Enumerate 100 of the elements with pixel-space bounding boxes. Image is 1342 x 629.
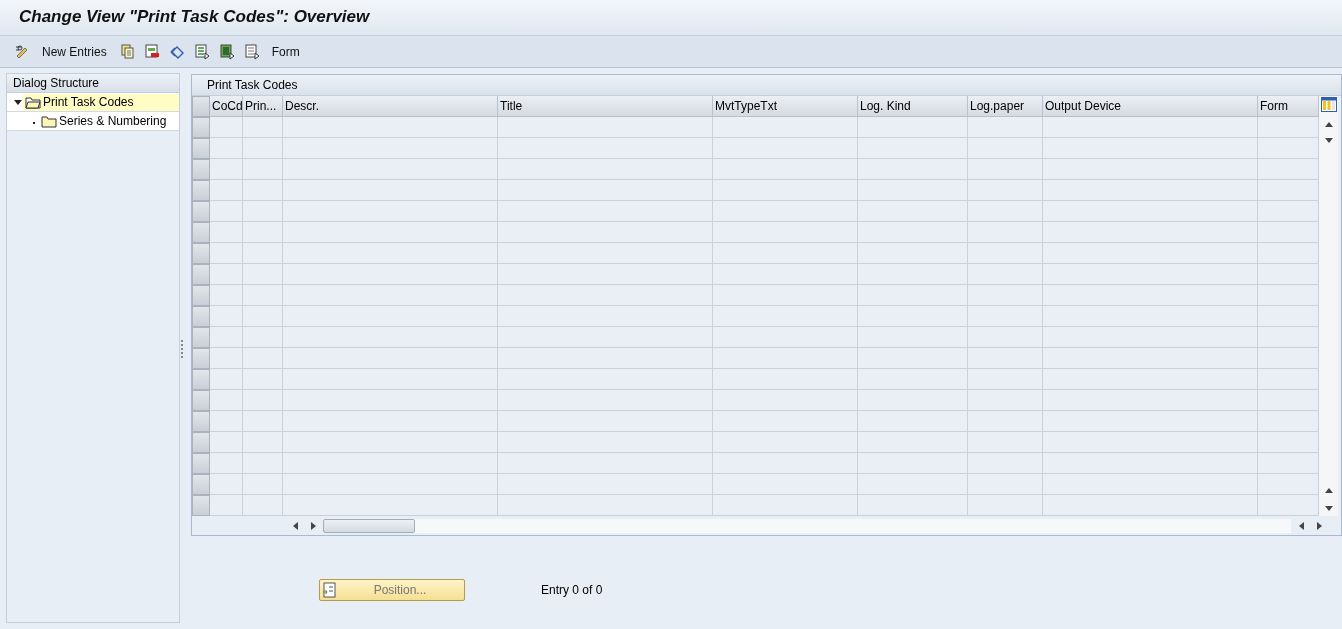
table-cell[interactable] [713,327,858,348]
table-cell[interactable] [1043,327,1258,348]
table-cell[interactable] [968,201,1043,222]
table-cell[interactable] [498,369,713,390]
table-cell[interactable] [243,432,283,453]
table-cell[interactable] [498,264,713,285]
table-cell[interactable] [283,495,498,516]
table-cell[interactable] [713,243,858,264]
table-cell[interactable] [858,138,968,159]
table-cell[interactable] [283,369,498,390]
row-selector[interactable] [192,453,210,474]
table-cell[interactable] [713,285,858,306]
table-cell[interactable] [243,474,283,495]
row-selector[interactable] [192,495,210,516]
row-selector[interactable] [192,285,210,306]
table-cell[interactable] [243,369,283,390]
table-cell[interactable] [968,117,1043,138]
table-cell[interactable] [1043,159,1258,180]
column-header[interactable]: Output Device [1043,96,1258,117]
table-cell[interactable] [283,453,498,474]
table-cell[interactable] [858,243,968,264]
table-cell[interactable] [858,159,968,180]
table-cell[interactable] [498,327,713,348]
table-cell[interactable] [210,243,243,264]
table-cell[interactable] [498,159,713,180]
table-cell[interactable] [968,390,1043,411]
table-cell[interactable] [210,222,243,243]
table-cell[interactable] [968,138,1043,159]
table-cell[interactable] [1258,285,1319,306]
table-cell[interactable] [210,390,243,411]
table-cell[interactable] [1043,222,1258,243]
table-cell[interactable] [968,306,1043,327]
table-cell[interactable] [713,201,858,222]
table-cell[interactable] [1258,432,1319,453]
table-cell[interactable] [1258,264,1319,285]
row-selector[interactable] [192,348,210,369]
table-cell[interactable] [498,222,713,243]
table-cell[interactable] [210,285,243,306]
table-cell[interactable] [283,264,498,285]
table-cell[interactable] [498,453,713,474]
table-cell[interactable] [243,138,283,159]
table-cell[interactable] [243,264,283,285]
table-cell[interactable] [858,285,968,306]
table-cell[interactable] [498,306,713,327]
table-cell[interactable] [968,495,1043,516]
table-cell[interactable] [713,474,858,495]
table-cell[interactable] [283,348,498,369]
table-cell[interactable] [713,222,858,243]
column-settings-icon[interactable] [1320,96,1337,113]
table-cell[interactable] [968,159,1043,180]
table-cell[interactable] [713,390,858,411]
row-selector[interactable] [192,138,210,159]
new-entries-button[interactable]: New Entries [39,42,110,61]
table-cell[interactable] [968,285,1043,306]
table-cell[interactable] [968,243,1043,264]
row-selector[interactable] [192,327,210,348]
table-cell[interactable] [283,243,498,264]
table-cell[interactable] [498,243,713,264]
table-cell[interactable] [1043,264,1258,285]
table-cell[interactable] [283,201,498,222]
table-cell[interactable] [210,327,243,348]
table-cell[interactable] [858,390,968,411]
table-cell[interactable] [210,264,243,285]
table-cell[interactable] [210,201,243,222]
table-cell[interactable] [1258,159,1319,180]
table-cell[interactable] [498,348,713,369]
table-cell[interactable] [1043,411,1258,432]
table-cell[interactable] [1258,201,1319,222]
table-cell[interactable] [210,306,243,327]
table-cell[interactable] [1258,222,1319,243]
table-cell[interactable] [283,411,498,432]
table-cell[interactable] [1043,432,1258,453]
table-cell[interactable] [1043,201,1258,222]
table-cell[interactable] [1258,117,1319,138]
table-cell[interactable] [1258,306,1319,327]
row-selector[interactable] [192,390,210,411]
column-header[interactable]: Log. Kind [858,96,968,117]
table-cell[interactable] [283,390,498,411]
table-cell[interactable] [968,264,1043,285]
table-cell[interactable] [498,495,713,516]
table-cell[interactable] [1258,138,1319,159]
table-cell[interactable] [1258,243,1319,264]
select-all-icon[interactable] [193,43,210,60]
table-cell[interactable] [283,474,498,495]
column-header[interactable]: Descr. [283,96,498,117]
table-cell[interactable] [713,117,858,138]
table-cell[interactable] [1043,474,1258,495]
table-cell[interactable] [243,201,283,222]
table-cell[interactable] [283,285,498,306]
table-cell[interactable] [1258,474,1319,495]
table-cell[interactable] [498,432,713,453]
table-cell[interactable] [1043,390,1258,411]
scrollbar-thumb[interactable] [323,519,415,533]
table-cell[interactable] [713,159,858,180]
column-header[interactable]: Title [498,96,713,117]
table-cell[interactable] [968,453,1043,474]
table-cell[interactable] [713,264,858,285]
table-cell[interactable] [210,180,243,201]
table-cell[interactable] [1258,348,1319,369]
table-cell[interactable] [498,390,713,411]
